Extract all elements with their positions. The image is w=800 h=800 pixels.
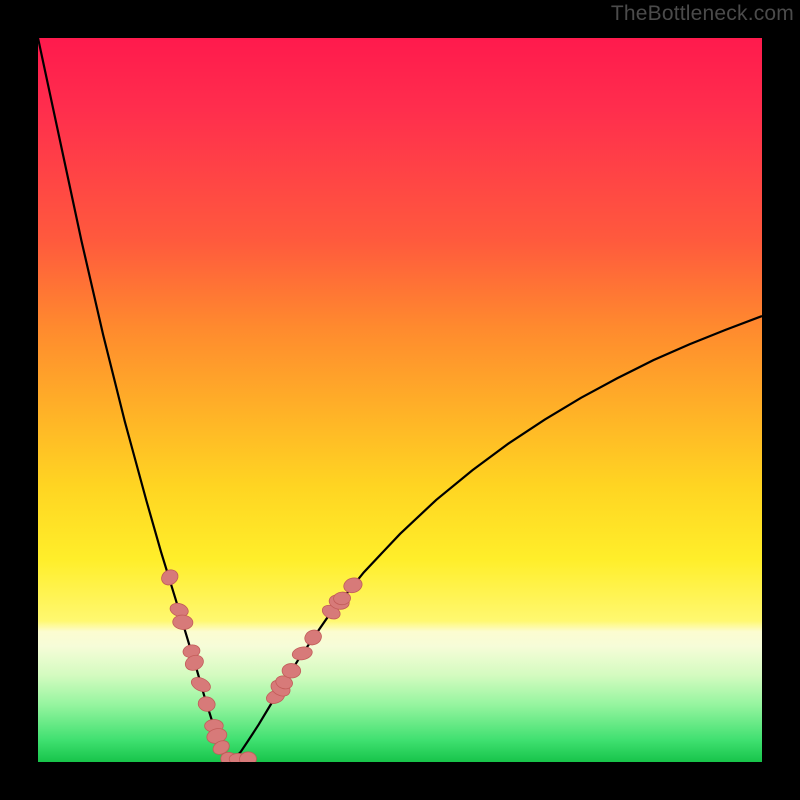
plot-area bbox=[38, 38, 762, 762]
marker-dot bbox=[197, 695, 217, 713]
markers-group bbox=[159, 567, 364, 762]
plot-svg bbox=[38, 38, 762, 762]
marker-dot bbox=[239, 751, 257, 762]
watermark-text: TheBottleneck.com bbox=[611, 2, 794, 26]
marker-dot bbox=[291, 645, 313, 661]
marker-dot bbox=[172, 614, 193, 630]
marker-dot bbox=[282, 663, 301, 678]
marker-dot bbox=[342, 576, 364, 595]
marker-dot bbox=[302, 627, 323, 647]
marker-dot bbox=[159, 567, 181, 588]
chart-container: TheBottleneck.com bbox=[0, 0, 800, 800]
curve-left bbox=[38, 38, 230, 762]
curve-right bbox=[230, 316, 762, 762]
marker-dot bbox=[189, 675, 213, 695]
